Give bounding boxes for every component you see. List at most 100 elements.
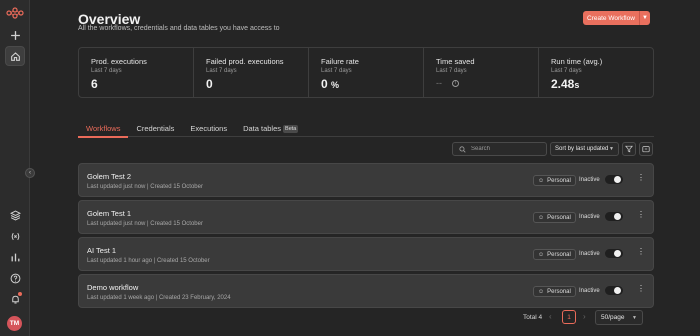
active-toggle[interactable]	[605, 286, 623, 295]
tab-label: Data tables	[243, 124, 282, 133]
user-icon: ☺	[538, 251, 545, 258]
chevron-down-icon[interactable]: ▼	[638, 11, 650, 25]
workflow-card[interactable]: Demo workflow Last updated 1 week ago | …	[78, 274, 654, 308]
page-number[interactable]: 1	[562, 310, 576, 324]
insights-icon[interactable]	[5, 247, 25, 267]
tab-executions[interactable]: Executions	[182, 124, 235, 137]
stat-unit: %	[331, 80, 340, 90]
workflow-card[interactable]: Golem Test 1 Last updated just now | Cre…	[78, 200, 654, 234]
page-subtitle: All the workflows, credentials and data …	[78, 25, 280, 32]
active-toggle[interactable]	[605, 212, 623, 221]
workflow-meta: Last updated 1 hour ago | Created 15 Oct…	[87, 258, 210, 264]
stat-period: Last 7 days	[206, 68, 237, 74]
active-toggle[interactable]	[605, 249, 623, 258]
tab-bar: Workflows Credentials Executions Data ta…	[78, 124, 654, 138]
stat-value: 0 %	[321, 77, 423, 91]
stat-label: Run time (avg.)	[551, 57, 603, 66]
bell-icon[interactable]	[5, 289, 25, 309]
stat-label: Time saved	[436, 57, 475, 66]
stat-period: Last 7 days	[551, 68, 582, 74]
stat-value: -- i	[436, 78, 538, 88]
total-count: Total 4	[523, 314, 543, 321]
filter-icon	[625, 145, 633, 153]
chevron-down-icon: ▼	[609, 146, 614, 152]
workflow-card[interactable]: Golem Test 2 Last updated just now | Cre…	[78, 163, 654, 197]
owner-badge: ☺ Personal	[533, 175, 576, 186]
chevron-down-icon: ▼	[632, 314, 637, 321]
sort-label: Sort by last updated	[555, 146, 609, 152]
stat-value: 2.48s	[551, 77, 653, 91]
search-box	[452, 142, 547, 156]
owner-badge-label: Personal	[547, 288, 571, 295]
stat-label: Prod. executions	[91, 57, 147, 66]
stat-failed-executions[interactable]: Failed prod. executions Last 7 days 0	[194, 48, 309, 97]
beta-badge: Beta	[283, 125, 299, 133]
search-input[interactable]	[471, 146, 541, 152]
stat-period: Last 7 days	[91, 68, 122, 74]
import-button[interactable]	[639, 142, 653, 156]
info-icon[interactable]: i	[452, 79, 459, 87]
plus-icon[interactable]	[5, 25, 25, 45]
n8n-logo[interactable]	[6, 7, 24, 19]
workflow-status: Inactive	[579, 214, 600, 220]
owner-badge: ☺ Personal	[533, 249, 576, 260]
avatar[interactable]: TM	[7, 316, 22, 331]
variables-icon[interactable]	[5, 226, 25, 246]
workflow-meta: Last updated just now | Created 15 Octob…	[87, 184, 203, 190]
chevron-left-icon[interactable]: ‹	[549, 312, 552, 321]
stat-value-text: --	[436, 78, 442, 88]
user-icon: ☺	[538, 177, 545, 184]
stats-panel: Prod. executions Last 7 days 6 Failed pr…	[78, 47, 654, 98]
stat-value-number: 0	[321, 77, 328, 91]
page-size-label: 50/page	[601, 314, 625, 321]
stat-period: Last 7 days	[436, 68, 467, 74]
active-toggle[interactable]	[605, 175, 623, 184]
app-root: ‹ TM Overview All the workflows, credent…	[0, 0, 700, 336]
sort-select[interactable]: Sort by last updated ▼	[550, 142, 619, 156]
workflow-name[interactable]: Golem Test 1	[87, 209, 131, 218]
tab-workflows[interactable]: Workflows	[78, 124, 129, 138]
templates-icon[interactable]	[5, 205, 25, 225]
chevron-right-icon[interactable]: ›	[583, 312, 586, 321]
workflow-status: Inactive	[579, 177, 600, 183]
workflow-card[interactable]: AI Test 1 Last updated 1 hour ago | Crea…	[78, 237, 654, 271]
stat-label: Failure rate	[321, 57, 359, 66]
workflow-status: Inactive	[579, 251, 600, 257]
owner-badge-label: Personal	[547, 251, 571, 258]
more-options-icon[interactable]: ⋮	[637, 247, 645, 256]
home-icon[interactable]	[5, 46, 25, 66]
tab-data-tables[interactable]: Data tables Beta	[235, 124, 306, 137]
create-workflow-button-group: Create Workflow ▼	[583, 11, 650, 25]
create-workflow-button[interactable]: Create Workflow	[583, 11, 639, 25]
more-options-icon[interactable]: ⋮	[637, 173, 645, 182]
workflow-name[interactable]: AI Test 1	[87, 246, 116, 255]
stat-failure-rate[interactable]: Failure rate Last 7 days 0 %	[309, 48, 424, 97]
stat-value-number: 2.48	[551, 77, 575, 91]
page-size-select[interactable]: 50/page ▼	[595, 310, 643, 325]
workflow-name[interactable]: Demo workflow	[87, 283, 138, 292]
stat-period: Last 7 days	[321, 68, 352, 74]
owner-badge: ☺ Personal	[533, 286, 576, 297]
help-icon[interactable]	[5, 268, 25, 288]
stat-value: 0	[206, 77, 213, 91]
workflow-name[interactable]: Golem Test 2	[87, 172, 131, 181]
stat-prod-executions[interactable]: Prod. executions Last 7 days 6	[79, 48, 194, 97]
collapse-sidebar-icon[interactable]: ‹	[25, 168, 35, 178]
filter-button[interactable]	[622, 142, 636, 156]
owner-badge-label: Personal	[547, 214, 571, 221]
workflow-meta: Last updated 1 week ago | Created 23 Feb…	[87, 295, 231, 301]
owner-badge-label: Personal	[547, 177, 571, 184]
stat-value: 6	[91, 77, 98, 91]
user-icon: ☺	[538, 288, 545, 295]
owner-badge: ☺ Personal	[533, 212, 576, 223]
search-icon	[459, 145, 466, 153]
stat-unit: s	[574, 80, 580, 90]
more-options-icon[interactable]: ⋮	[637, 210, 645, 219]
stat-run-time[interactable]: Run time (avg.) Last 7 days 2.48s	[539, 48, 653, 97]
stat-time-saved[interactable]: Time saved Last 7 days -- i	[424, 48, 539, 97]
more-options-icon[interactable]: ⋮	[637, 284, 645, 293]
tab-credentials[interactable]: Credentials	[128, 124, 182, 137]
stat-label: Failed prod. executions	[206, 57, 284, 66]
user-icon: ☺	[538, 214, 545, 221]
notification-dot	[18, 292, 22, 296]
